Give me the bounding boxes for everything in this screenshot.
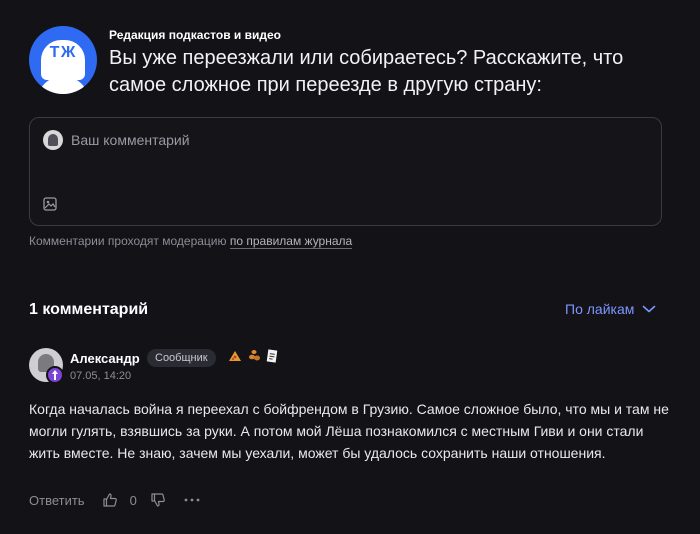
commenter-role-badge: Сообщник xyxy=(147,349,216,367)
commenter-name[interactable]: Александр xyxy=(70,351,140,366)
image-upload-icon[interactable] xyxy=(43,197,57,211)
stacked-items-icon xyxy=(249,350,260,361)
comment-input-box[interactable]: Ваш комментарий xyxy=(29,117,662,226)
rules-link[interactable]: по правилам журнала xyxy=(229,234,353,249)
comments-count: 1 комментарий xyxy=(29,301,149,318)
comment-text: Когда началась война я переехал с бойфре… xyxy=(29,401,669,461)
level-badge-icon xyxy=(46,366,64,384)
thumbs-down-icon[interactable] xyxy=(150,492,166,508)
post-author[interactable]: Редакция подкастов и видео xyxy=(109,28,281,42)
moderation-note: Комментарии проходят модерацию по правил… xyxy=(29,234,353,249)
post-question: Вы уже переезжали или собираетесь? Расск… xyxy=(109,47,624,96)
brand-avatar[interactable]: ТЖ xyxy=(29,26,97,94)
brand-logo: ТЖ xyxy=(49,44,77,61)
moderation-text: Комментарии проходят модерацию xyxy=(29,234,227,248)
chevron-down-icon xyxy=(643,305,656,313)
reply-button[interactable]: Ответить xyxy=(29,493,85,508)
more-options-icon[interactable] xyxy=(184,497,200,503)
sort-dropdown[interactable]: По лайкам xyxy=(565,301,656,317)
achievement-badges xyxy=(228,349,278,363)
user-avatar xyxy=(43,130,63,150)
pizza-slice-icon xyxy=(229,351,241,361)
comment-time[interactable]: 07.05, 14:20 xyxy=(70,370,131,382)
sort-label: По лайкам xyxy=(565,301,635,317)
comment-actions: Ответить 0 xyxy=(29,492,200,508)
document-icon xyxy=(266,349,278,363)
thumbs-up-icon[interactable] xyxy=(102,492,118,508)
comment-placeholder[interactable]: Ваш комментарий xyxy=(71,132,190,148)
like-count: 0 xyxy=(129,492,137,508)
